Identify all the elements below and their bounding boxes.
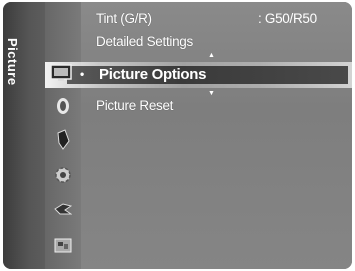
scroll-up-icon: ▲	[208, 52, 215, 59]
tint-value: : G50/R50	[258, 11, 317, 26]
osd-menu-frame: Picture Tint (G/R) : G50/R50 Detailed Se…	[3, 2, 352, 269]
scroll-down-icon: ▼	[208, 90, 215, 97]
input-icon[interactable]	[54, 202, 72, 216]
selected-arrow-icon: •	[80, 67, 84, 81]
menu-item-tint[interactable]: Tint (G/R)	[96, 11, 152, 26]
setup-icon[interactable]	[54, 166, 72, 184]
picture-icon[interactable]	[50, 64, 72, 82]
category-label: Picture	[5, 38, 20, 86]
category-rail: Picture	[3, 2, 45, 269]
application-icon[interactable]	[54, 238, 72, 254]
menu-item-detailed-settings[interactable]: Detailed Settings	[96, 34, 193, 49]
sound-icon[interactable]	[55, 96, 71, 116]
menu-item-picture-reset[interactable]: Picture Reset	[96, 98, 173, 113]
channel-icon[interactable]	[55, 129, 71, 151]
menu-item-picture-options[interactable]: Picture Options	[99, 66, 206, 83]
